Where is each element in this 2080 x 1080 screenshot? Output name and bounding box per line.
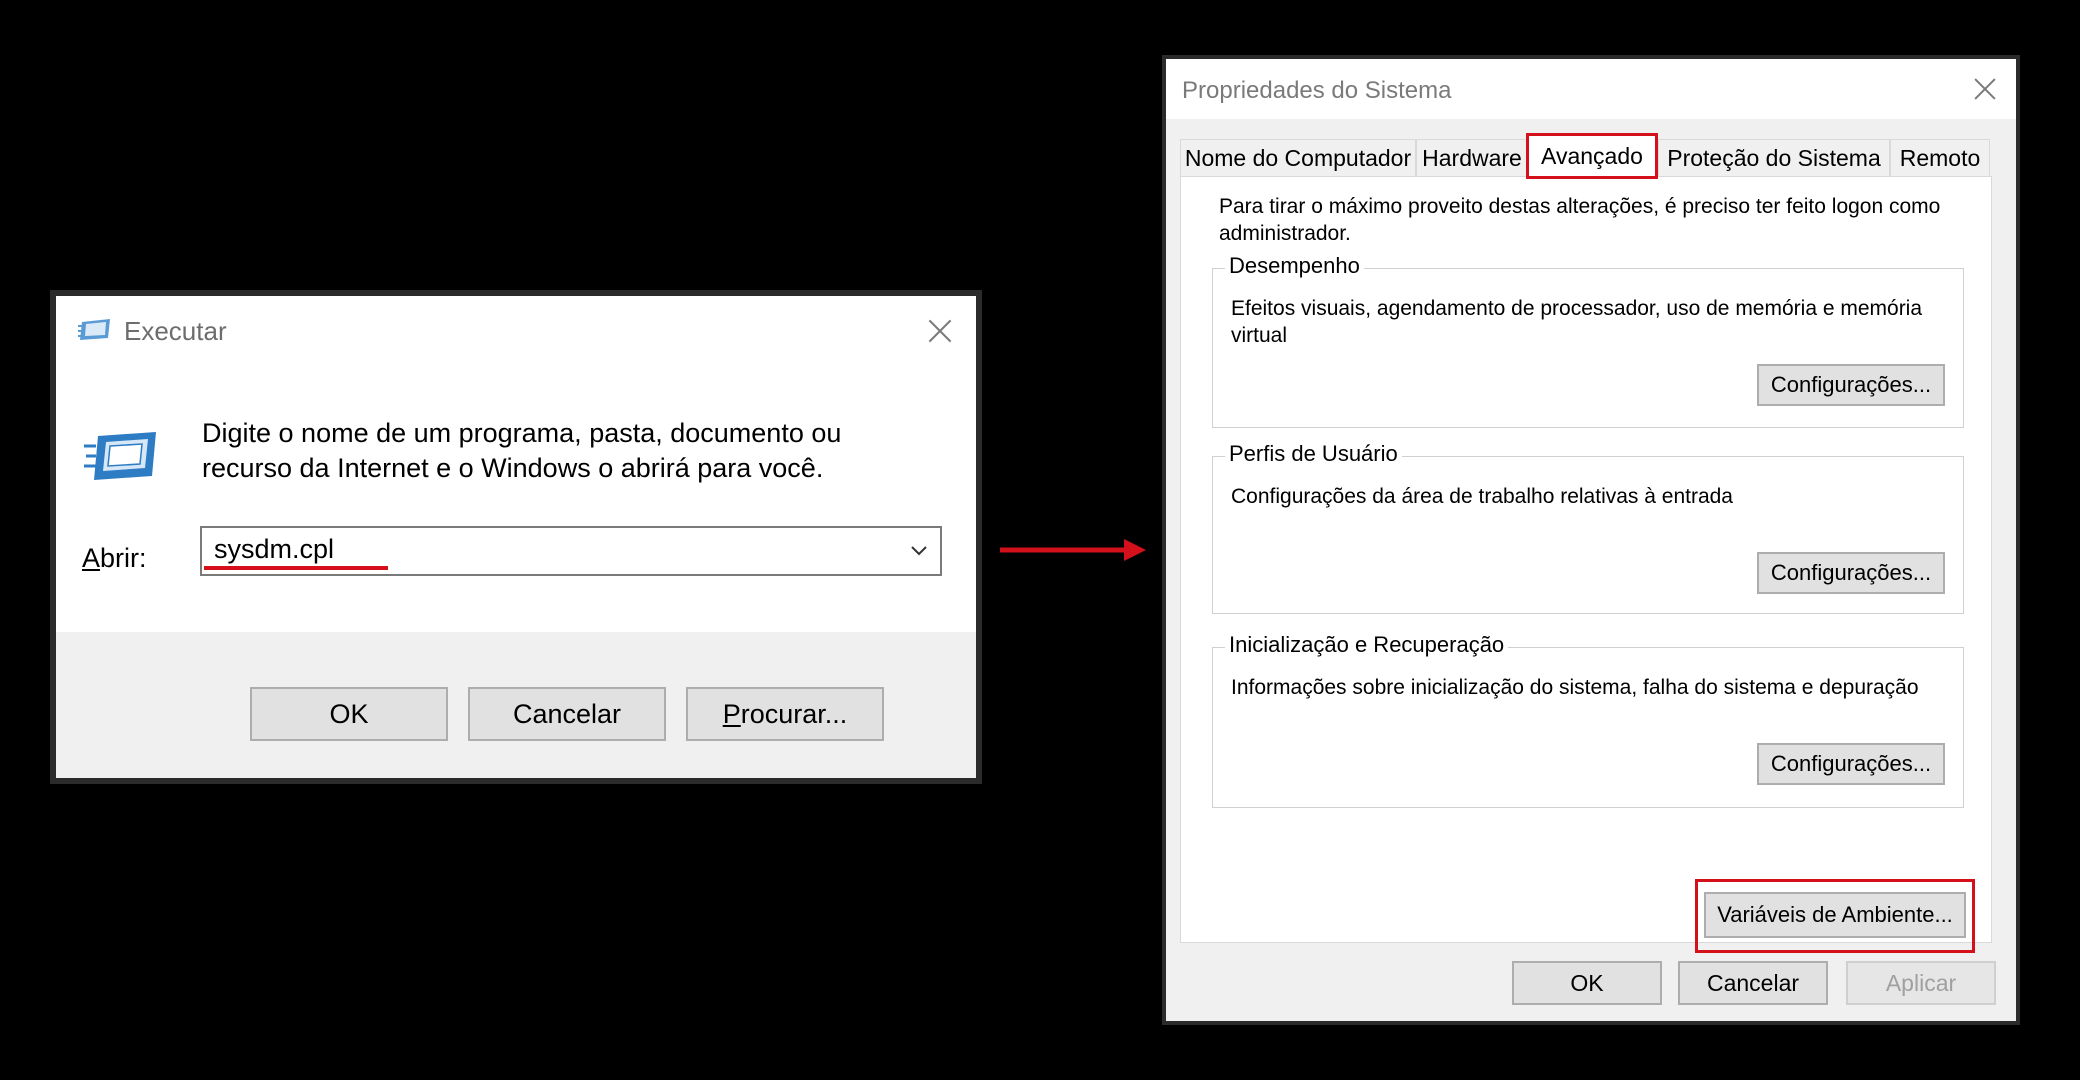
run-app-icon [78,319,110,340]
open-label: Abrir: [82,543,147,573]
sys-ok-button[interactable]: OK [1512,961,1662,1005]
run-close-icon[interactable] [920,312,960,348]
user-profiles-settings-button[interactable]: Configurações... [1757,552,1945,594]
run-footer: OK Cancelar Procurar... [56,632,976,778]
group-performance-title: Desempenho [1225,253,1364,279]
group-user-profiles-text: Configurações da área de trabalho relati… [1231,485,1733,508]
sys-apply-button[interactable]: Aplicar [1846,961,1996,1005]
env-variables-highlight: Variáveis de Ambiente... [1695,879,1975,953]
performance-settings-button[interactable]: Configurações... [1757,364,1945,406]
open-input-value: sysdm.cpl [214,534,335,564]
run-title: Executar [124,316,227,346]
tab-system-protection[interactable]: Proteção do Sistema [1658,139,1890,177]
startup-recovery-settings-button[interactable]: Configurações... [1757,743,1945,785]
group-performance-text: Efeitos visuais, agendamento de processa… [1231,297,1923,347]
group-performance: Desempenho Efeitos visuais, agendamento … [1212,253,1964,428]
group-startup-recovery-text: Informações sobre inicialização do siste… [1231,676,1919,699]
tab-remote[interactable]: Remoto [1890,139,1990,177]
sys-cancel-button[interactable]: Cancelar [1678,961,1828,1005]
sys-title: Propriedades do Sistema [1182,77,1452,104]
advanced-tab-panel: Para tirar o máximo proveito destas alte… [1180,176,1992,953]
sys-titlebar: Propriedades do Sistema [1166,59,2016,119]
run-browse-button[interactable]: Procurar... [686,687,884,741]
system-properties-body: Propriedades do Sistema Nome do Computad… [1166,59,2016,1021]
run-dialog: Executar Digite o nome de um programa, p… [50,290,982,784]
environment-variables-button[interactable]: Variáveis de Ambiente... [1704,892,1966,938]
open-input[interactable]: sysdm.cpl [200,526,942,576]
run-description: Digite o nome de um programa, pasta, doc… [202,418,842,483]
chevron-down-icon[interactable] [904,536,934,566]
tab-advanced[interactable]: Avançado [1526,133,1658,179]
admin-note: Para tirar o máximo proveito destas alte… [1219,195,1941,245]
sys-close-icon[interactable] [1968,73,2002,105]
tab-hardware[interactable]: Hardware [1416,139,1528,177]
input-highlight-underline [204,566,388,570]
arrow-right-icon [1000,539,1146,561]
run-ok-button[interactable]: OK [250,687,448,741]
run-titlebar: Executar [56,296,976,362]
group-startup-recovery: Inicialização e Recuperação Informações … [1212,632,1964,808]
run-cancel-button[interactable]: Cancelar [468,687,666,741]
group-user-profiles-title: Perfis de Usuário [1225,441,1402,467]
run-program-icon [84,432,156,480]
group-user-profiles: Perfis de Usuário Configurações da área … [1212,441,1964,614]
system-properties-dialog: Propriedades do Sistema Nome do Computad… [1162,55,2020,1025]
group-startup-recovery-title: Inicialização e Recuperação [1225,632,1509,658]
run-dialog-body: Executar Digite o nome de um programa, p… [56,296,976,778]
tab-computer-name[interactable]: Nome do Computador [1180,139,1416,177]
